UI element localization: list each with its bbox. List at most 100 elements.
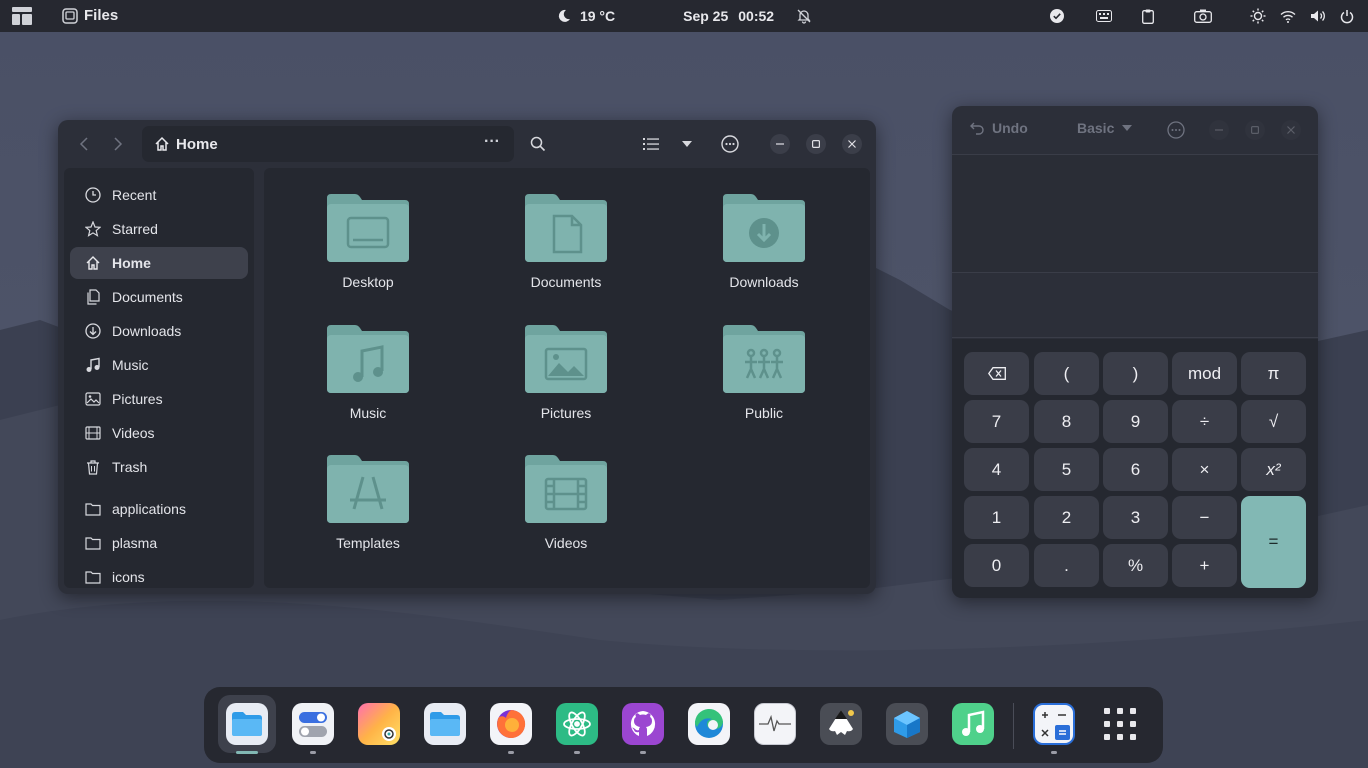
folder-desktop[interactable]: Desktop bbox=[293, 192, 443, 312]
sidebar-item-label: Documents bbox=[112, 289, 183, 305]
sidebar-item-plasma[interactable]: plasma bbox=[70, 527, 248, 559]
dock-inkscape-icon[interactable] bbox=[820, 703, 862, 745]
folder-templates[interactable]: Templates bbox=[293, 453, 443, 573]
dock-firefox-icon[interactable] bbox=[490, 703, 532, 745]
dock-calculator-icon[interactable] bbox=[1033, 703, 1075, 745]
sidebar-item-downloads[interactable]: Downloads bbox=[70, 315, 248, 347]
add-button[interactable]: + bbox=[1172, 544, 1237, 587]
check-circle-icon[interactable] bbox=[1050, 9, 1064, 23]
sidebar-item-home[interactable]: Home bbox=[70, 247, 248, 279]
keyboard-icon[interactable] bbox=[1096, 10, 1112, 22]
path-menu-icon[interactable]: ··· bbox=[484, 133, 500, 151]
mode-label: Basic bbox=[1077, 120, 1115, 136]
dock-running-indicator bbox=[574, 751, 580, 754]
calculator-menu-button[interactable] bbox=[1167, 121, 1185, 144]
home-icon bbox=[84, 254, 102, 272]
main-menu-button[interactable] bbox=[718, 132, 742, 156]
back-button[interactable] bbox=[72, 132, 96, 156]
volume-icon[interactable] bbox=[1310, 9, 1326, 23]
folder-downloads[interactable]: Downloads bbox=[689, 192, 839, 312]
sidebar-item-music[interactable]: Music bbox=[70, 349, 248, 381]
clipboard-icon[interactable] bbox=[1142, 9, 1154, 24]
dock-color-picker-icon[interactable] bbox=[358, 703, 400, 745]
close-button[interactable] bbox=[842, 134, 862, 154]
percent-button[interactable]: % bbox=[1103, 544, 1168, 587]
dock-edge-icon[interactable] bbox=[688, 703, 730, 745]
dock-box-app-icon[interactable] bbox=[886, 703, 928, 745]
sidebar-item-documents[interactable]: Documents bbox=[70, 281, 248, 313]
dock-file-manager-icon[interactable] bbox=[424, 703, 466, 745]
folder-documents[interactable]: Documents bbox=[491, 192, 641, 312]
dock-github-icon[interactable] bbox=[622, 703, 664, 745]
dock-settings-icon[interactable] bbox=[292, 703, 334, 745]
dock-files-icon[interactable] bbox=[226, 703, 268, 745]
expression-input[interactable] bbox=[952, 272, 1318, 338]
desktop-folder-icon bbox=[327, 194, 409, 262]
sidebar-item-videos[interactable]: Videos bbox=[70, 417, 248, 449]
path-bar[interactable]: Home ··· bbox=[142, 126, 514, 162]
lparen-button[interactable]: ( bbox=[1034, 352, 1099, 395]
folder-music[interactable]: Music bbox=[293, 323, 443, 443]
square-button[interactable]: x² bbox=[1241, 448, 1306, 491]
divide-button[interactable]: ÷ bbox=[1172, 400, 1237, 443]
four-button[interactable]: 4 bbox=[964, 448, 1029, 491]
two-button[interactable]: 2 bbox=[1034, 496, 1099, 539]
one-button[interactable]: 1 bbox=[964, 496, 1029, 539]
calculator-headerbar: Undo Basic bbox=[952, 106, 1318, 154]
files-window: Home ··· Recent Starred Home Documents D… bbox=[58, 120, 876, 594]
list-view-button[interactable] bbox=[639, 132, 663, 156]
view-options-button[interactable] bbox=[675, 132, 699, 156]
pi-button[interactable]: π bbox=[1241, 352, 1306, 395]
six-button[interactable]: 6 bbox=[1103, 448, 1168, 491]
sqrt-button[interactable]: √ bbox=[1241, 400, 1306, 443]
folder-label: Templates bbox=[336, 535, 400, 551]
mode-dropdown[interactable]: Basic bbox=[1077, 120, 1133, 136]
active-app-name[interactable]: Files bbox=[84, 7, 118, 24]
sidebar-item-pictures[interactable]: Pictures bbox=[70, 383, 248, 415]
power-icon[interactable] bbox=[1340, 9, 1354, 24]
subtract-button[interactable]: − bbox=[1172, 496, 1237, 539]
sidebar-item-starred[interactable]: Starred bbox=[70, 213, 248, 245]
minimize-button[interactable] bbox=[1209, 120, 1229, 140]
screenshot-icon[interactable] bbox=[1194, 9, 1212, 23]
undo-button[interactable]: Undo bbox=[970, 120, 1028, 136]
nine-button[interactable]: 9 bbox=[1103, 400, 1168, 443]
close-button[interactable] bbox=[1281, 120, 1301, 140]
dock-music-icon[interactable] bbox=[952, 703, 994, 745]
undo-label: Undo bbox=[992, 120, 1028, 136]
equals-button[interactable]: = bbox=[1241, 496, 1306, 588]
app-menu-icon[interactable] bbox=[12, 7, 32, 25]
sidebar-item-recent[interactable]: Recent bbox=[70, 179, 248, 211]
folder-videos[interactable]: Videos bbox=[491, 453, 641, 573]
eight-button[interactable]: 8 bbox=[1034, 400, 1099, 443]
maximize-button[interactable] bbox=[806, 134, 826, 154]
folder-public[interactable]: Public bbox=[689, 323, 839, 443]
dock-atom-icon[interactable] bbox=[556, 703, 598, 745]
folder-pictures[interactable]: Pictures bbox=[491, 323, 641, 443]
five-button[interactable]: 5 bbox=[1034, 448, 1099, 491]
weather-indicator[interactable]: 19 °C bbox=[556, 8, 615, 24]
notifications-off-icon[interactable] bbox=[796, 8, 812, 24]
seven-button[interactable]: 7 bbox=[964, 400, 1029, 443]
maximize-button[interactable] bbox=[1245, 120, 1265, 140]
mod-button[interactable]: mod bbox=[1172, 352, 1237, 395]
minimize-button[interactable] bbox=[770, 134, 790, 154]
forward-button[interactable] bbox=[106, 132, 130, 156]
sidebar-item-trash[interactable]: Trash bbox=[70, 451, 248, 483]
brightness-icon[interactable] bbox=[1250, 8, 1266, 24]
wifi-icon[interactable] bbox=[1280, 10, 1296, 23]
calculator-window: Undo Basic ( ) mod π 7 8 9 ÷ √ 4 5 6 × x… bbox=[952, 106, 1318, 598]
decimal-button[interactable]: . bbox=[1034, 544, 1099, 587]
multiply-button[interactable]: × bbox=[1172, 448, 1237, 491]
three-button[interactable]: 3 bbox=[1103, 496, 1168, 539]
zero-button[interactable]: 0 bbox=[964, 544, 1029, 587]
show-apps-button[interactable] bbox=[1099, 703, 1141, 745]
files-app-icon[interactable] bbox=[62, 8, 78, 24]
rparen-button[interactable]: ) bbox=[1103, 352, 1168, 395]
clock[interactable]: Sep 25 00:52 bbox=[683, 8, 774, 24]
sidebar-item-icons[interactable]: icons bbox=[70, 561, 248, 593]
backspace-button[interactable] bbox=[964, 352, 1029, 395]
dock-system-monitor-icon[interactable] bbox=[754, 703, 796, 745]
sidebar-item-applications[interactable]: applications bbox=[70, 493, 248, 525]
search-button[interactable] bbox=[526, 132, 550, 156]
